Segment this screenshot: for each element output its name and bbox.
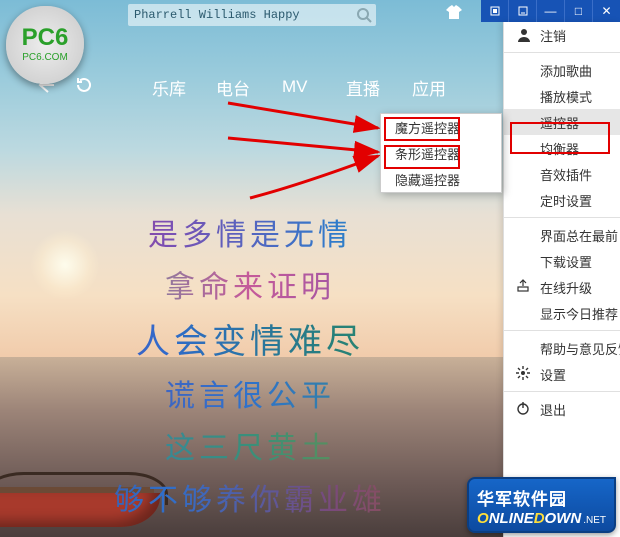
- menu-item-add-songs[interactable]: 添加歌曲: [504, 57, 620, 83]
- menu-item-help[interactable]: 帮助与意见反馈: [504, 335, 620, 361]
- menu-label: 设置: [540, 365, 566, 384]
- app-window: ― □ ✕ 乐库 电台 MV 直播 应用 注销 添加歌曲 播放模式 遥控器 均衡…: [0, 0, 620, 537]
- menu-label: 退出: [540, 400, 566, 419]
- nav-tab-apps[interactable]: 应用: [412, 75, 446, 100]
- menu-item-equalizer[interactable]: 均衡器: [504, 135, 620, 161]
- watermark-en: ONLINEDOWN.NET: [477, 510, 606, 527]
- submenu-label: 魔方遥控器: [395, 118, 460, 137]
- watermark-pc6: PC6 PC6.COM: [6, 6, 84, 84]
- power-icon: [516, 401, 532, 417]
- menu-item-remote[interactable]: 遥控器: [504, 109, 620, 135]
- nav-tab-library[interactable]: 乐库: [152, 75, 186, 100]
- mini-mode-button[interactable]: [481, 0, 508, 22]
- search-icon[interactable]: [352, 4, 376, 26]
- close-button[interactable]: ✕: [592, 0, 620, 22]
- menu-label: 界面总在最前: [540, 226, 618, 245]
- menu-label: 播放模式: [540, 87, 592, 106]
- maximize-button[interactable]: □: [564, 0, 592, 22]
- menu-item-logout[interactable]: 注销: [504, 22, 620, 48]
- menu-separator: [504, 217, 620, 218]
- lyric-line: 这三尺黄土: [0, 423, 500, 467]
- search-box[interactable]: [128, 4, 376, 26]
- watermark-cn: 华军软件园: [477, 485, 606, 510]
- menu-separator: [504, 391, 620, 392]
- menu-item-download-settings[interactable]: 下载设置: [504, 248, 620, 274]
- update-icon: [516, 279, 532, 295]
- nav-tab-mv[interactable]: MV: [282, 77, 308, 97]
- remote-submenu: 魔方遥控器 条形遥控器 隐藏遥控器: [380, 113, 502, 193]
- user-icon: [516, 27, 532, 43]
- lyric-line: 拿命来证明: [0, 262, 500, 306]
- watermark-onlinedown: 华军软件园 ONLINEDOWN.NET: [467, 477, 616, 533]
- lyric-line: 够不够养你霸业雄: [0, 475, 500, 519]
- menu-label: 均衡器: [540, 139, 579, 158]
- submenu-item-bar-remote[interactable]: 条形遥控器: [381, 140, 501, 166]
- menu-item-online-update[interactable]: 在线升级: [504, 274, 620, 300]
- nav-tab-radio[interactable]: 电台: [216, 75, 250, 100]
- menu-label: 显示今日推荐: [540, 304, 618, 323]
- menu-label: 注销: [540, 26, 566, 45]
- nav-tab-live[interactable]: 直播: [346, 75, 380, 100]
- minimize-button[interactable]: [508, 0, 536, 22]
- menu-item-play-mode[interactable]: 播放模式: [504, 83, 620, 109]
- menu-label: 定时设置: [540, 191, 592, 210]
- submenu-item-hide-remote[interactable]: 隐藏遥控器: [381, 166, 501, 192]
- menu-label: 下载设置: [540, 252, 592, 271]
- main-menu: 注销 添加歌曲 播放模式 遥控器 均衡器 音效插件 定时设置 界面总在最前 下载…: [503, 22, 620, 537]
- menu-item-today-recommend[interactable]: 显示今日推荐: [504, 300, 620, 326]
- submenu-item-cube-remote[interactable]: 魔方遥控器: [381, 114, 501, 140]
- menu-separator: [504, 330, 620, 331]
- window-controls: ― □ ✕: [481, 0, 620, 22]
- submenu-label: 隐藏遥控器: [395, 170, 460, 189]
- menu-label: 在线升级: [540, 278, 592, 297]
- menu-item-audio-plugin[interactable]: 音效插件: [504, 161, 620, 187]
- menu-label: 遥控器: [540, 113, 579, 132]
- menu-label: 添加歌曲: [540, 61, 592, 80]
- menu-label: 帮助与意见反馈: [540, 339, 620, 358]
- pc6-text: PC6: [6, 24, 84, 52]
- lyric-line: 谎言很公平: [0, 371, 500, 415]
- menu-item-timer[interactable]: 定时设置: [504, 187, 620, 213]
- menu-separator: [504, 52, 620, 53]
- menu-item-always-top[interactable]: 界面总在最前: [504, 222, 620, 248]
- menu-item-exit[interactable]: 退出: [504, 396, 620, 422]
- skin-icon[interactable]: [446, 5, 462, 22]
- menu-label: 音效插件: [540, 165, 592, 184]
- lyric-line: 人会变情难尽: [0, 314, 500, 363]
- submenu-label: 条形遥控器: [395, 144, 460, 163]
- lyric-line: 是多情是无情: [0, 210, 500, 254]
- desktop-lyrics: 是多情是无情 拿命来证明 人会变情难尽 谎言很公平 这三尺黄土 够不够养你霸业雄: [0, 210, 500, 527]
- pc6-sub: PC6.COM: [6, 52, 84, 63]
- minimize2-button[interactable]: ―: [536, 0, 564, 22]
- search-input[interactable]: [128, 8, 352, 22]
- gear-icon: [516, 366, 532, 382]
- menu-item-settings[interactable]: 设置: [504, 361, 620, 387]
